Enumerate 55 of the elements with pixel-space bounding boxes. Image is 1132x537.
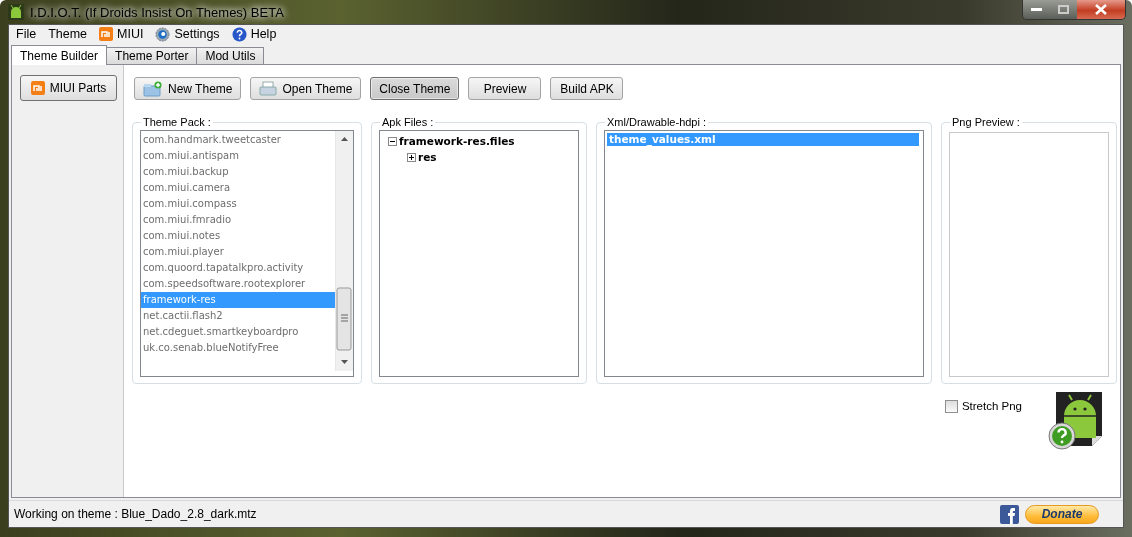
help-icon — [231, 26, 247, 42]
menu-item[interactable]: Theme — [43, 27, 93, 41]
list-item[interactable]: com.speedsoftware.rootexplorer — [141, 276, 335, 292]
toolbar-button[interactable]: Close Theme — [370, 77, 460, 100]
close-button[interactable] — [1077, 0, 1125, 19]
list-item[interactable]: net.cdeguet.smartkeyboardpro — [141, 324, 335, 340]
printer-icon — [259, 80, 278, 97]
list-item[interactable]: com.quoord.tapatalkpro.activity — [141, 260, 335, 276]
mi-logo-icon — [30, 81, 45, 95]
menu-item[interactable]: MIUI — [94, 27, 149, 41]
tree-item[interactable]: res — [418, 151, 437, 163]
group-label: Png Preview : — [951, 116, 1021, 128]
window-title: I.D.I.O.T. (If Droids Insist On Themes) BETA — [30, 4, 284, 20]
list-item[interactable]: com.miui.notes — [141, 228, 335, 244]
donate-button[interactable]: Donate — [1025, 504, 1099, 524]
tab[interactable]: Theme Builder — [11, 45, 108, 65]
status-text: Working on theme : Blue_Dado_2.8_dark.mtz — [14, 507, 257, 521]
toolbar-button[interactable]: Build APK — [550, 77, 624, 100]
list-item[interactable]: com.miui.player — [141, 244, 335, 260]
sidebar-button[interactable]: MIUI Parts — [20, 75, 117, 101]
expand-icon[interactable] — [407, 152, 416, 162]
tab[interactable]: Theme Porter — [106, 47, 198, 64]
facebook-icon[interactable] — [1000, 504, 1019, 524]
scrollbar[interactable] — [335, 131, 353, 371]
list-item[interactable]: com.miui.backup — [141, 164, 335, 180]
minimize-button[interactable] — [1023, 0, 1050, 19]
list-item[interactable]: com.miui.camera — [141, 180, 335, 196]
android-app-icon — [8, 4, 24, 20]
toolbar-button[interactable]: New Theme — [134, 77, 242, 100]
folder-add-icon — [143, 80, 163, 97]
toolbar-button[interactable]: Preview — [468, 77, 542, 100]
menu-item[interactable]: Help — [226, 26, 282, 42]
list-item[interactable]: com.miui.fmradio — [141, 212, 335, 228]
list-item[interactable]: uk.co.senab.blueNotifyFree — [141, 340, 335, 356]
menu-item[interactable]: File — [11, 27, 42, 41]
maximize-icon — [1058, 5, 1069, 14]
gear-icon — [155, 26, 171, 42]
group-label: Theme Pack : — [142, 116, 212, 128]
android-help-icon[interactable] — [1048, 392, 1104, 450]
group-label: Apk Files : — [381, 116, 435, 128]
mi-logo-icon — [99, 27, 114, 41]
tab[interactable]: Mod Utils — [196, 47, 265, 64]
list-item[interactable]: com.handmark.tweetcaster — [141, 132, 335, 148]
group-label: Xml/Drawable-hdpi : — [606, 116, 708, 128]
list-item[interactable]: com.miui.compass — [141, 196, 335, 212]
close-icon — [1094, 4, 1108, 15]
list-item[interactable]: com.miui.antispam — [141, 148, 335, 164]
stretch-checkbox[interactable]: Stretch Png — [944, 399, 1022, 413]
list-item[interactable]: net.cactii.flash2 — [141, 308, 335, 324]
toolbar-button[interactable]: Open Theme — [250, 77, 362, 100]
tree-item[interactable]: framework-res.files — [399, 135, 515, 147]
minimize-icon — [1031, 7, 1042, 12]
collapse-icon[interactable] — [388, 136, 397, 146]
menu-item[interactable]: Settings — [150, 26, 225, 42]
maximize-button[interactable] — [1050, 0, 1077, 19]
